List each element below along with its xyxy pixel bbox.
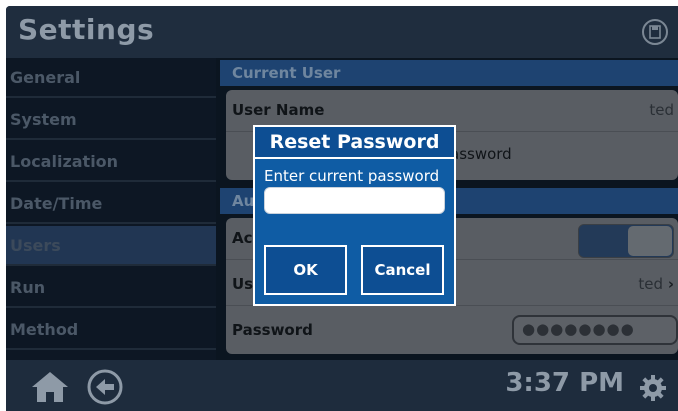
sidebar-item-run[interactable]: Run bbox=[6, 268, 216, 308]
password-field[interactable]: ●●●●●●●● bbox=[512, 315, 678, 345]
back-arrow-icon[interactable] bbox=[86, 368, 124, 406]
sidebar-item-users[interactable]: Users bbox=[6, 226, 216, 266]
sidebar-item-label: General bbox=[10, 68, 81, 87]
clock: 3:37 PM bbox=[505, 368, 624, 398]
sidebar-item-label: System bbox=[10, 110, 77, 129]
password-label: Password bbox=[232, 321, 313, 339]
screen: Settings General System Localization Dat… bbox=[6, 6, 678, 411]
password-dots: ●●●●●●●● bbox=[522, 320, 635, 338]
home-icon[interactable] bbox=[30, 370, 70, 404]
user-select-value-text: ted bbox=[638, 275, 664, 293]
user-name-value: ted bbox=[649, 101, 674, 119]
section-header-current-user: Current User bbox=[220, 60, 678, 86]
title-bar: Settings bbox=[6, 6, 678, 58]
sidebar-item-date-time[interactable]: Date/Time bbox=[6, 184, 216, 224]
auth-toggle-label: Ac bbox=[232, 229, 253, 247]
sidebar-item-label: Run bbox=[10, 278, 46, 297]
ok-button[interactable]: OK bbox=[264, 245, 347, 295]
sidebar-item-localization[interactable]: Localization bbox=[6, 142, 216, 182]
sidebar-item-method[interactable]: Method bbox=[6, 310, 216, 350]
sidebar-item-label: Localization bbox=[10, 152, 119, 171]
toggle-knob bbox=[628, 226, 672, 256]
auth-toggle[interactable] bbox=[578, 224, 674, 258]
user-name-label: User Name bbox=[232, 101, 325, 119]
page-title: Settings bbox=[18, 13, 155, 46]
save-icon[interactable] bbox=[642, 19, 668, 45]
gear-icon[interactable] bbox=[638, 373, 668, 403]
password-row: Password ●●●●●●●● bbox=[226, 310, 678, 352]
reset-password-dialog: Reset Password Enter current password OK… bbox=[253, 125, 456, 306]
user-select-label: Us bbox=[232, 275, 254, 293]
change-password-label: assword bbox=[450, 145, 512, 163]
chevron-right-icon: › bbox=[667, 275, 674, 293]
user-select-value: ted › bbox=[638, 275, 674, 293]
sidebar-item-system[interactable]: System bbox=[6, 100, 216, 140]
current-password-input[interactable] bbox=[264, 187, 445, 214]
sidebar-item-label: Date/Time bbox=[10, 194, 103, 213]
sidebar-item-label: Users bbox=[10, 236, 61, 255]
cancel-button[interactable]: Cancel bbox=[361, 245, 444, 295]
sidebar: General System Localization Date/Time Us… bbox=[6, 58, 216, 360]
bottom-bar: 3:37 PM bbox=[6, 360, 678, 411]
sidebar-item-label: Method bbox=[10, 320, 79, 339]
dialog-title: Reset Password bbox=[255, 127, 454, 159]
dialog-prompt: Enter current password bbox=[264, 167, 440, 185]
sidebar-item-general[interactable]: General bbox=[6, 58, 216, 98]
